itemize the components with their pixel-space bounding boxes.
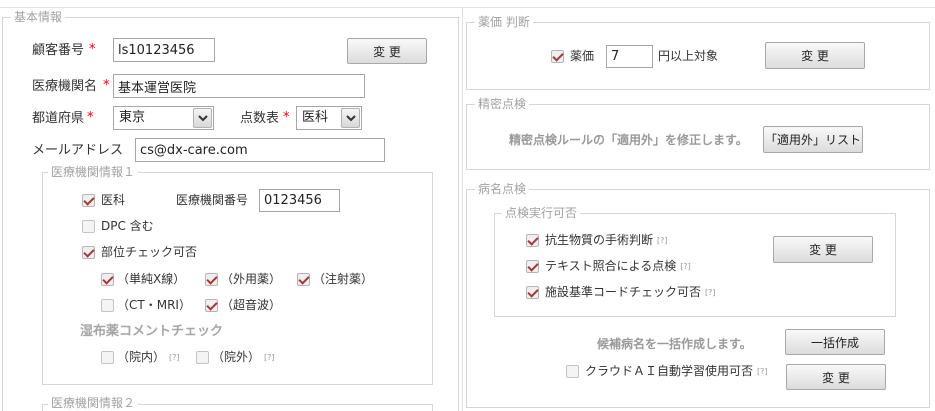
drug-price-change-button[interactable]: 変 更 (765, 42, 865, 69)
facility-name-input[interactable] (113, 74, 365, 98)
execution-change-button[interactable]: 変 更 (773, 236, 873, 263)
dpc-checkbox-row[interactable]: DPC 含む (82, 218, 154, 234)
drug-price-legend: 薬価 判断 (475, 15, 533, 29)
medical-label: 医科 (101, 193, 126, 207)
email-label: メールアドレス (32, 143, 124, 158)
page-top-border (0, 7, 935, 8)
prefecture-select[interactable]: 東京 (113, 106, 214, 130)
prefecture-selected-value: 東京 (119, 110, 146, 125)
dpc-checkbox[interactable] (82, 219, 95, 233)
bulk-create-description: 候補病名を一括作成します。 (597, 337, 752, 351)
fee-table-required-mark: * (283, 110, 290, 125)
text-match-label: テキスト照合による点検 (545, 259, 677, 273)
drug-price-checkbox[interactable] (551, 49, 564, 63)
basic-info-legend: 基本情報 (11, 10, 66, 24)
precision-check-description: 精密点検ルールの「適用外」を修正します。 (509, 133, 748, 147)
facility-no-label: 医療機関番号 (176, 193, 249, 207)
inpatient-help-link[interactable]: [?] (169, 350, 180, 366)
outpatient-help-link[interactable]: [?] (264, 350, 275, 366)
text-match-checkbox-row[interactable]: テキスト照合による点検 [?] (526, 258, 691, 274)
drug-price-threshold-input[interactable] (606, 45, 653, 68)
cloud-ai-help-link[interactable]: [?] (757, 364, 768, 380)
site-check-checkbox[interactable] (82, 245, 95, 259)
text-match-checkbox[interactable] (526, 259, 539, 273)
ct-mri-label: （CT・MRI） (117, 298, 191, 312)
xray-label: （単純X線） (117, 272, 186, 286)
customer-no-input[interactable] (113, 38, 215, 62)
external-medicine-checkbox[interactable] (205, 272, 218, 286)
chevron-down-icon[interactable] (193, 108, 212, 128)
ultrasound-checkbox-row[interactable]: （超音波） (205, 297, 281, 313)
medical-checkbox-row[interactable]: 医科 (82, 192, 125, 208)
ultrasound-checkbox[interactable] (205, 298, 218, 312)
outpatient-checkbox-row[interactable]: （院外） [?] (196, 349, 275, 365)
inpatient-label: （院内） (117, 350, 166, 364)
prefecture-label: 都道府県 (32, 111, 85, 126)
cloud-ai-change-button[interactable]: 変 更 (786, 364, 886, 390)
inpatient-checkbox-row[interactable]: （院内） [?] (101, 349, 180, 365)
exclusion-list-button[interactable]: 「適用外」リスト (763, 126, 863, 153)
injection-checkbox-row[interactable]: （注射薬） (297, 271, 373, 287)
medical-checkbox[interactable] (82, 193, 95, 207)
dpc-label: DPC 含む (101, 219, 154, 233)
xray-checkbox[interactable] (101, 272, 114, 286)
site-check-label: 部位チェック可否 (101, 245, 198, 259)
email-field[interactable] (135, 138, 385, 162)
fee-table-label: 点数表 (240, 111, 280, 126)
xray-checkbox-row[interactable]: （単純X線） (101, 271, 185, 287)
antibiotic-label: 抗生物質の手術判断 (545, 233, 654, 247)
injection-label: （注射薬） (313, 272, 374, 286)
drug-price-checkbox-row[interactable]: 薬価 (551, 48, 594, 64)
facility-name-required-mark: * (103, 78, 110, 93)
disease-check-legend: 病名点検 (475, 182, 530, 196)
poultice-comment-heading: 湿布薬コメントチェック (80, 324, 224, 339)
basic-info-change-button[interactable]: 変 更 (347, 38, 427, 64)
cloud-ai-checkbox-row[interactable]: クラウドＡＩ自動学習使用可否 [?] (566, 363, 768, 379)
facility-no-input[interactable] (259, 189, 340, 212)
prefecture-required-mark: * (87, 110, 94, 125)
precision-check-legend: 精密点検 (475, 97, 530, 111)
site-check-checkbox-row[interactable]: 部位チェック可否 (82, 244, 197, 260)
chevron-down-icon[interactable] (341, 108, 360, 128)
fee-table-select[interactable]: 医科 (296, 106, 362, 130)
cloud-ai-label: クラウドＡＩ自動学習使用可否 (585, 364, 754, 378)
text-match-help-link[interactable]: [?] (680, 259, 691, 275)
facility-code-help-link[interactable]: [?] (705, 285, 716, 301)
customer-no-required-mark: * (89, 42, 96, 57)
inpatient-checkbox[interactable] (101, 350, 114, 364)
cloud-ai-checkbox[interactable] (566, 364, 579, 378)
external-medicine-label: （外用薬） (221, 272, 282, 286)
bulk-create-button[interactable]: 一括作成 (785, 329, 885, 355)
facility-info-1-legend: 医療機関情報１ (48, 165, 139, 179)
execution-legend: 点検実行可否 (502, 206, 581, 220)
antibiotic-checkbox-row[interactable]: 抗生物質の手術判断 [?] (526, 232, 668, 248)
drug-price-suffix: 円以上対象 (658, 49, 719, 63)
facility-info-2-legend: 医療機関情報２ (48, 396, 139, 410)
injection-checkbox[interactable] (297, 272, 310, 286)
facility-code-checkbox[interactable] (526, 285, 539, 299)
customer-no-label: 顧客番号 (32, 43, 85, 58)
antibiotic-checkbox[interactable] (526, 233, 539, 247)
fee-table-selected-value: 医科 (302, 110, 329, 125)
facility-code-label: 施設基準コードチェック可否 (545, 285, 702, 299)
facility-name-label: 医療機関名 (32, 79, 98, 94)
antibiotic-help-link[interactable]: [?] (657, 233, 668, 249)
outpatient-checkbox[interactable] (196, 350, 209, 364)
ct-mri-checkbox-row[interactable]: （CT・MRI） (101, 297, 191, 313)
drug-price-label: 薬価 (570, 49, 595, 63)
ultrasound-label: （超音波） (221, 298, 282, 312)
outpatient-label: （院外） (212, 350, 261, 364)
column-divider (462, 7, 463, 411)
ct-mri-checkbox[interactable] (101, 298, 114, 312)
facility-code-checkbox-row[interactable]: 施設基準コードチェック可否 [?] (526, 284, 716, 300)
external-medicine-checkbox-row[interactable]: （外用薬） (205, 271, 281, 287)
